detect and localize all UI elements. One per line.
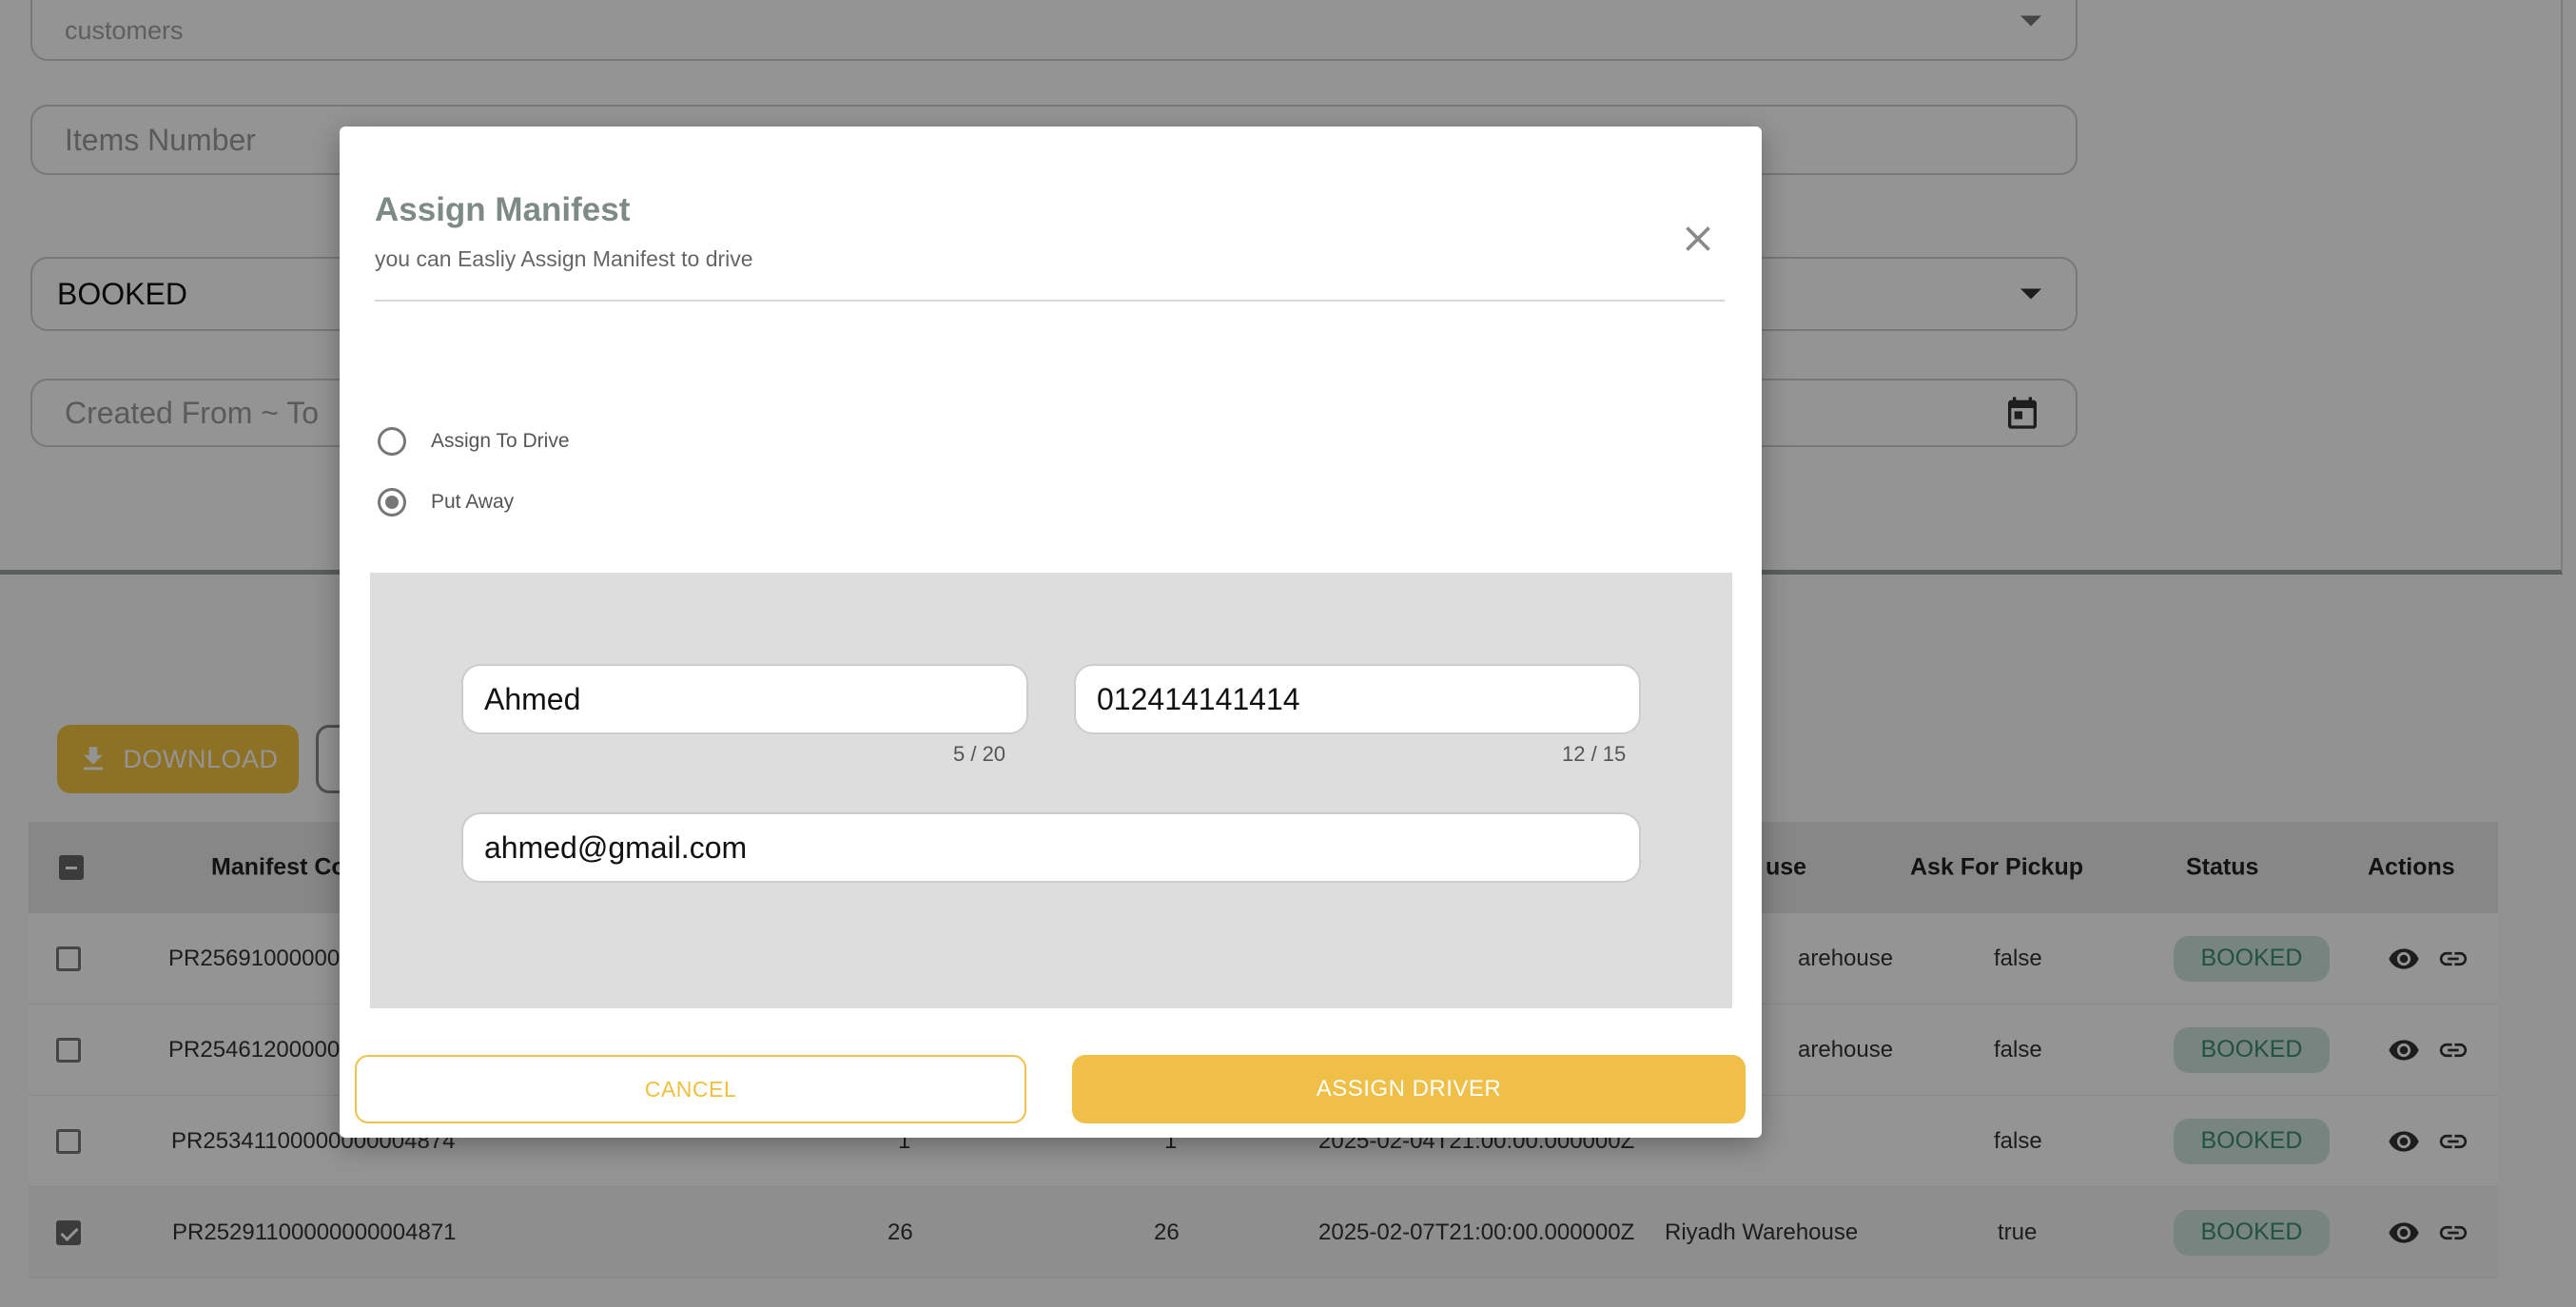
phone-char-counter: 12 / 15 [1562,742,1627,766]
dialog-subtitle: you can Easliy Assign Manifest to drive [375,246,753,271]
driver-name-input[interactable] [461,664,1028,734]
dialog-divider [375,300,1725,302]
close-icon[interactable] [1677,218,1719,260]
driver-form-panel: 5 / 20 12 / 15 [370,573,1732,1008]
radio-put-away[interactable] [378,488,406,517]
driver-phone-input[interactable] [1074,664,1641,734]
radio-assign-to-drive[interactable] [378,427,406,456]
assign-manifest-dialog: Assign Manifest you can Easliy Assign Ma… [340,127,1762,1138]
driver-email-input[interactable] [461,812,1641,883]
option-label: Put Away [431,491,515,513]
option-put-away[interactable]: Put Away [378,488,514,517]
dialog-title: Assign Manifest [375,191,631,228]
assign-driver-button[interactable]: ASSIGN DRIVER [1072,1055,1746,1123]
option-label: Assign To Drive [431,430,570,452]
name-char-counter: 5 / 20 [953,742,1006,766]
option-assign-to-drive[interactable]: Assign To Drive [378,427,570,456]
cancel-button[interactable]: CANCEL [355,1055,1026,1123]
